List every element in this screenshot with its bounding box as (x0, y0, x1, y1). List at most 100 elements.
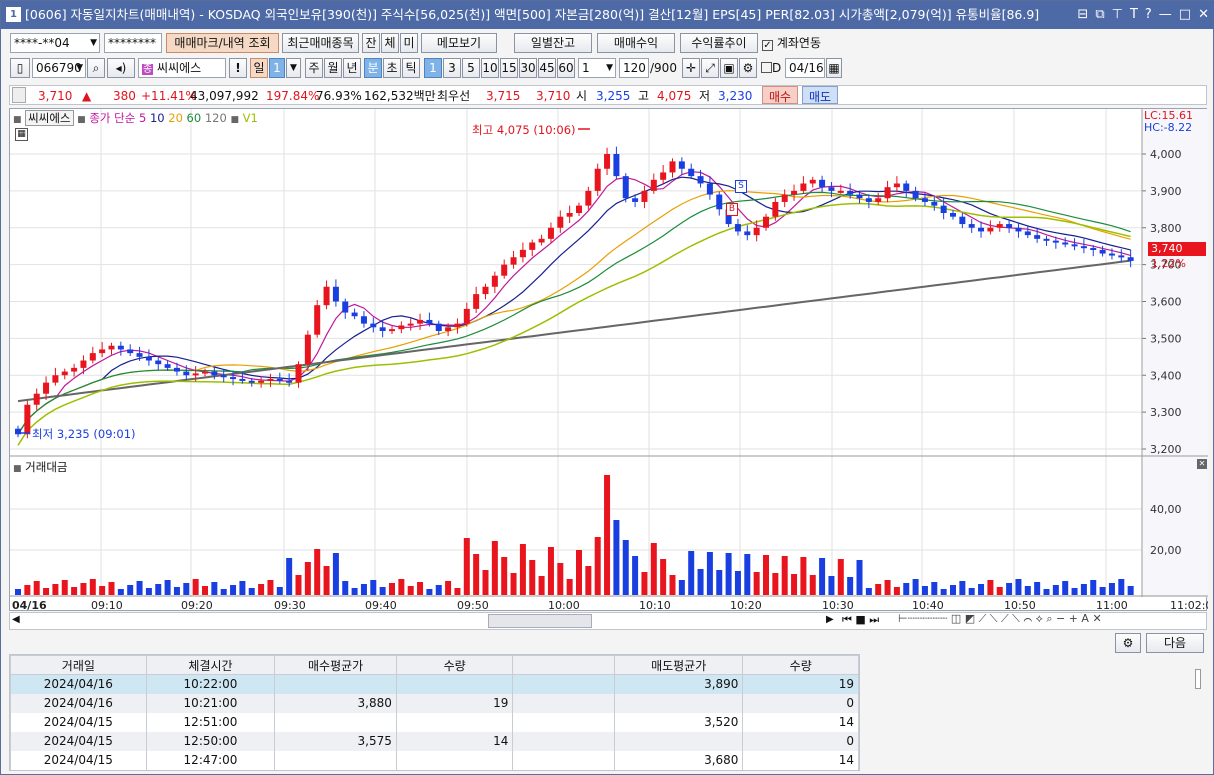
candle-body (155, 360, 162, 365)
chart-area[interactable]: 4,000 3,900 3,800 3,700 3,600 3,500 3,400 3,300… (9, 108, 1208, 612)
volume-bar (978, 584, 985, 595)
col-sell-qty[interactable]: 수량 (742, 655, 859, 675)
stock-name-field[interactable]: 종 씨씨에스 (138, 58, 226, 78)
period-day-count[interactable]: 1 (269, 58, 285, 78)
date-checkbox[interactable]: D (761, 58, 781, 78)
save-icon[interactable]: ▣ (720, 58, 738, 78)
time-tick-label: 10:40 (912, 599, 944, 612)
account-select[interactable]: ****-**04 ▼ (10, 33, 100, 53)
pending-button[interactable]: 미 (400, 33, 418, 53)
col-buy-avg[interactable]: 매수평균가 (274, 655, 397, 675)
buy-button[interactable]: 매수 (762, 86, 798, 104)
marks-query-button[interactable]: 매매마크/내역 조회 (166, 33, 279, 53)
stock-tag[interactable]: 씨씨에스 (25, 110, 74, 126)
account-link-checkbox[interactable]: ✓ 계좌연동 (762, 33, 821, 53)
period-day[interactable]: 일 (250, 58, 268, 78)
minute-45[interactable]: 45 (538, 58, 556, 78)
period-week[interactable]: 주 (305, 58, 323, 78)
bar-count-input[interactable]: 120 (619, 58, 649, 78)
stock-code-input[interactable]: 066790 ▼ (32, 58, 86, 78)
sell-button[interactable]: 매도 (802, 86, 838, 104)
candle-body (566, 213, 573, 217)
pin-icon[interactable]: ⊤ (1112, 1, 1123, 29)
minute-60[interactable]: 60 (557, 58, 575, 78)
quote-toggle-icon[interactable] (12, 87, 26, 103)
price-change: 380 (113, 89, 136, 103)
sell-signal-marker[interactable]: S (735, 180, 747, 193)
table-icon[interactable]: ▦ (15, 128, 28, 141)
candle-body (220, 375, 227, 378)
zoom-icon[interactable]: ⤢ (701, 58, 719, 78)
candle-body (426, 319, 433, 324)
table-row[interactable]: 2024/04/15 12:50:00 3,575 14 0 (10, 731, 859, 751)
minute-5[interactable]: 5 (462, 58, 480, 78)
speaker-icon[interactable]: ◂) (107, 58, 135, 78)
volume-bar (893, 587, 900, 595)
font-icon[interactable]: T (1130, 1, 1138, 29)
table-row[interactable]: 2024/04/16 10:21:00 3,880 19 0 (10, 693, 859, 713)
candle-body (1108, 253, 1115, 256)
crosshair-icon[interactable]: ✛ (682, 58, 700, 78)
period-second[interactable]: 초 (383, 58, 401, 78)
calendar-icon[interactable]: ▦ (826, 58, 842, 78)
minute-10[interactable]: 10 (481, 58, 499, 78)
minimize-icon[interactable]: — (1159, 1, 1172, 29)
maximize-icon[interactable]: □ (1179, 1, 1191, 29)
close-icon[interactable]: ✕ (1198, 1, 1209, 29)
minute-3[interactable]: 3 (443, 58, 461, 78)
stock-search-icon[interactable]: ▯ (10, 58, 30, 78)
gear-icon[interactable]: ⚙ (739, 58, 757, 78)
minute-1[interactable]: 1 (424, 58, 442, 78)
daily-balance-button[interactable]: 일별잔고 (514, 33, 592, 53)
search-icon[interactable]: ⌕ (87, 58, 105, 78)
zoom-controls[interactable]: ⊢┈┈┈┈┈┈ ◫ ◩ ⟋ ⟍ ⟋ ⟍ ⌒ ⟡ ⌕ − + A ✕ (898, 612, 1102, 626)
help-icon[interactable]: ? (1145, 1, 1152, 29)
table-row[interactable]: 2024/04/16 10:22:00 3,890 19 (10, 674, 859, 694)
minute-15[interactable]: 15 (500, 58, 518, 78)
gear-icon[interactable]: ⚙ (1115, 633, 1141, 653)
table-row[interactable]: 2024/04/15 12:51:00 3,520 14 (10, 712, 859, 732)
balance-button[interactable]: 잔 (362, 33, 380, 53)
col-sell-avg[interactable]: 매도평균가 (613, 655, 744, 675)
memo-button[interactable]: 메모보기 (421, 33, 497, 53)
copy-icon[interactable]: ⧉ (1095, 1, 1104, 29)
period-year[interactable]: 년 (343, 58, 361, 78)
date-input[interactable]: 04/16 (785, 58, 825, 78)
alert-button[interactable]: ! (229, 58, 247, 78)
next-button[interactable]: 다음 (1146, 633, 1204, 653)
recent-trades-button[interactable]: 최근매매종목 (282, 33, 359, 53)
col-exec-time[interactable]: 체결시간 (145, 655, 276, 675)
ma-label[interactable]: 종가 단순 (89, 111, 135, 125)
ma10-label[interactable]: 10 (150, 111, 165, 125)
scroll-thumb[interactable] (488, 614, 592, 628)
chart-scrollbar[interactable]: ◀ ▶ ⏮ ■ ⏭ ⊢┈┈┈┈┈┈ ◫ ◩ ⟋ ⟍ ⟋ ⟍ ⌒ ⟡ ⌕ − + … (9, 612, 1207, 630)
table-row[interactable]: 2024/04/15 12:47:00 3,680 14 (10, 750, 859, 770)
ma60-label[interactable]: 60 (187, 111, 202, 125)
ma5-label[interactable]: 5 (139, 111, 146, 125)
chevron-down-icon[interactable]: ▼ (286, 58, 301, 78)
playback-controls[interactable]: ⏮ ■ ⏭ (842, 613, 879, 627)
col-buy-qty[interactable]: 수량 (395, 655, 514, 675)
candle-body (996, 224, 1003, 228)
ma120-label[interactable]: 120 (205, 111, 227, 125)
v1-label[interactable]: V1 (243, 111, 258, 125)
scroll-left-icon[interactable]: ◀ (12, 614, 20, 625)
period-tick[interactable]: 틱 (402, 58, 420, 78)
minute-30[interactable]: 30 (519, 58, 537, 78)
layout-icon[interactable]: ⊟ (1077, 1, 1088, 29)
chart-canvas[interactable]: 4,0003,9003,8003,7003,6003,5003,4003,300… (10, 109, 1208, 612)
col-trade-date[interactable]: 거래일 (10, 655, 147, 675)
table-scrollbar[interactable] (1195, 669, 1201, 689)
interval-select[interactable]: 1 ▼ (578, 58, 616, 78)
password-field[interactable]: ******** (104, 33, 162, 53)
buy-signal-marker[interactable]: B (726, 203, 738, 216)
close-panel-icon[interactable]: ✕ (1197, 459, 1207, 469)
return-trend-button[interactable]: 수익률추이 (680, 33, 758, 53)
ma20-label[interactable]: 20 (168, 111, 183, 125)
trade-profit-button[interactable]: 매매수익 (597, 33, 675, 53)
scroll-right-icon[interactable]: ▶ (826, 614, 834, 625)
executed-button[interactable]: 체 (381, 33, 399, 53)
period-minute[interactable]: 분 (364, 58, 382, 78)
period-month[interactable]: 월 (324, 58, 342, 78)
candle-body (950, 213, 956, 217)
